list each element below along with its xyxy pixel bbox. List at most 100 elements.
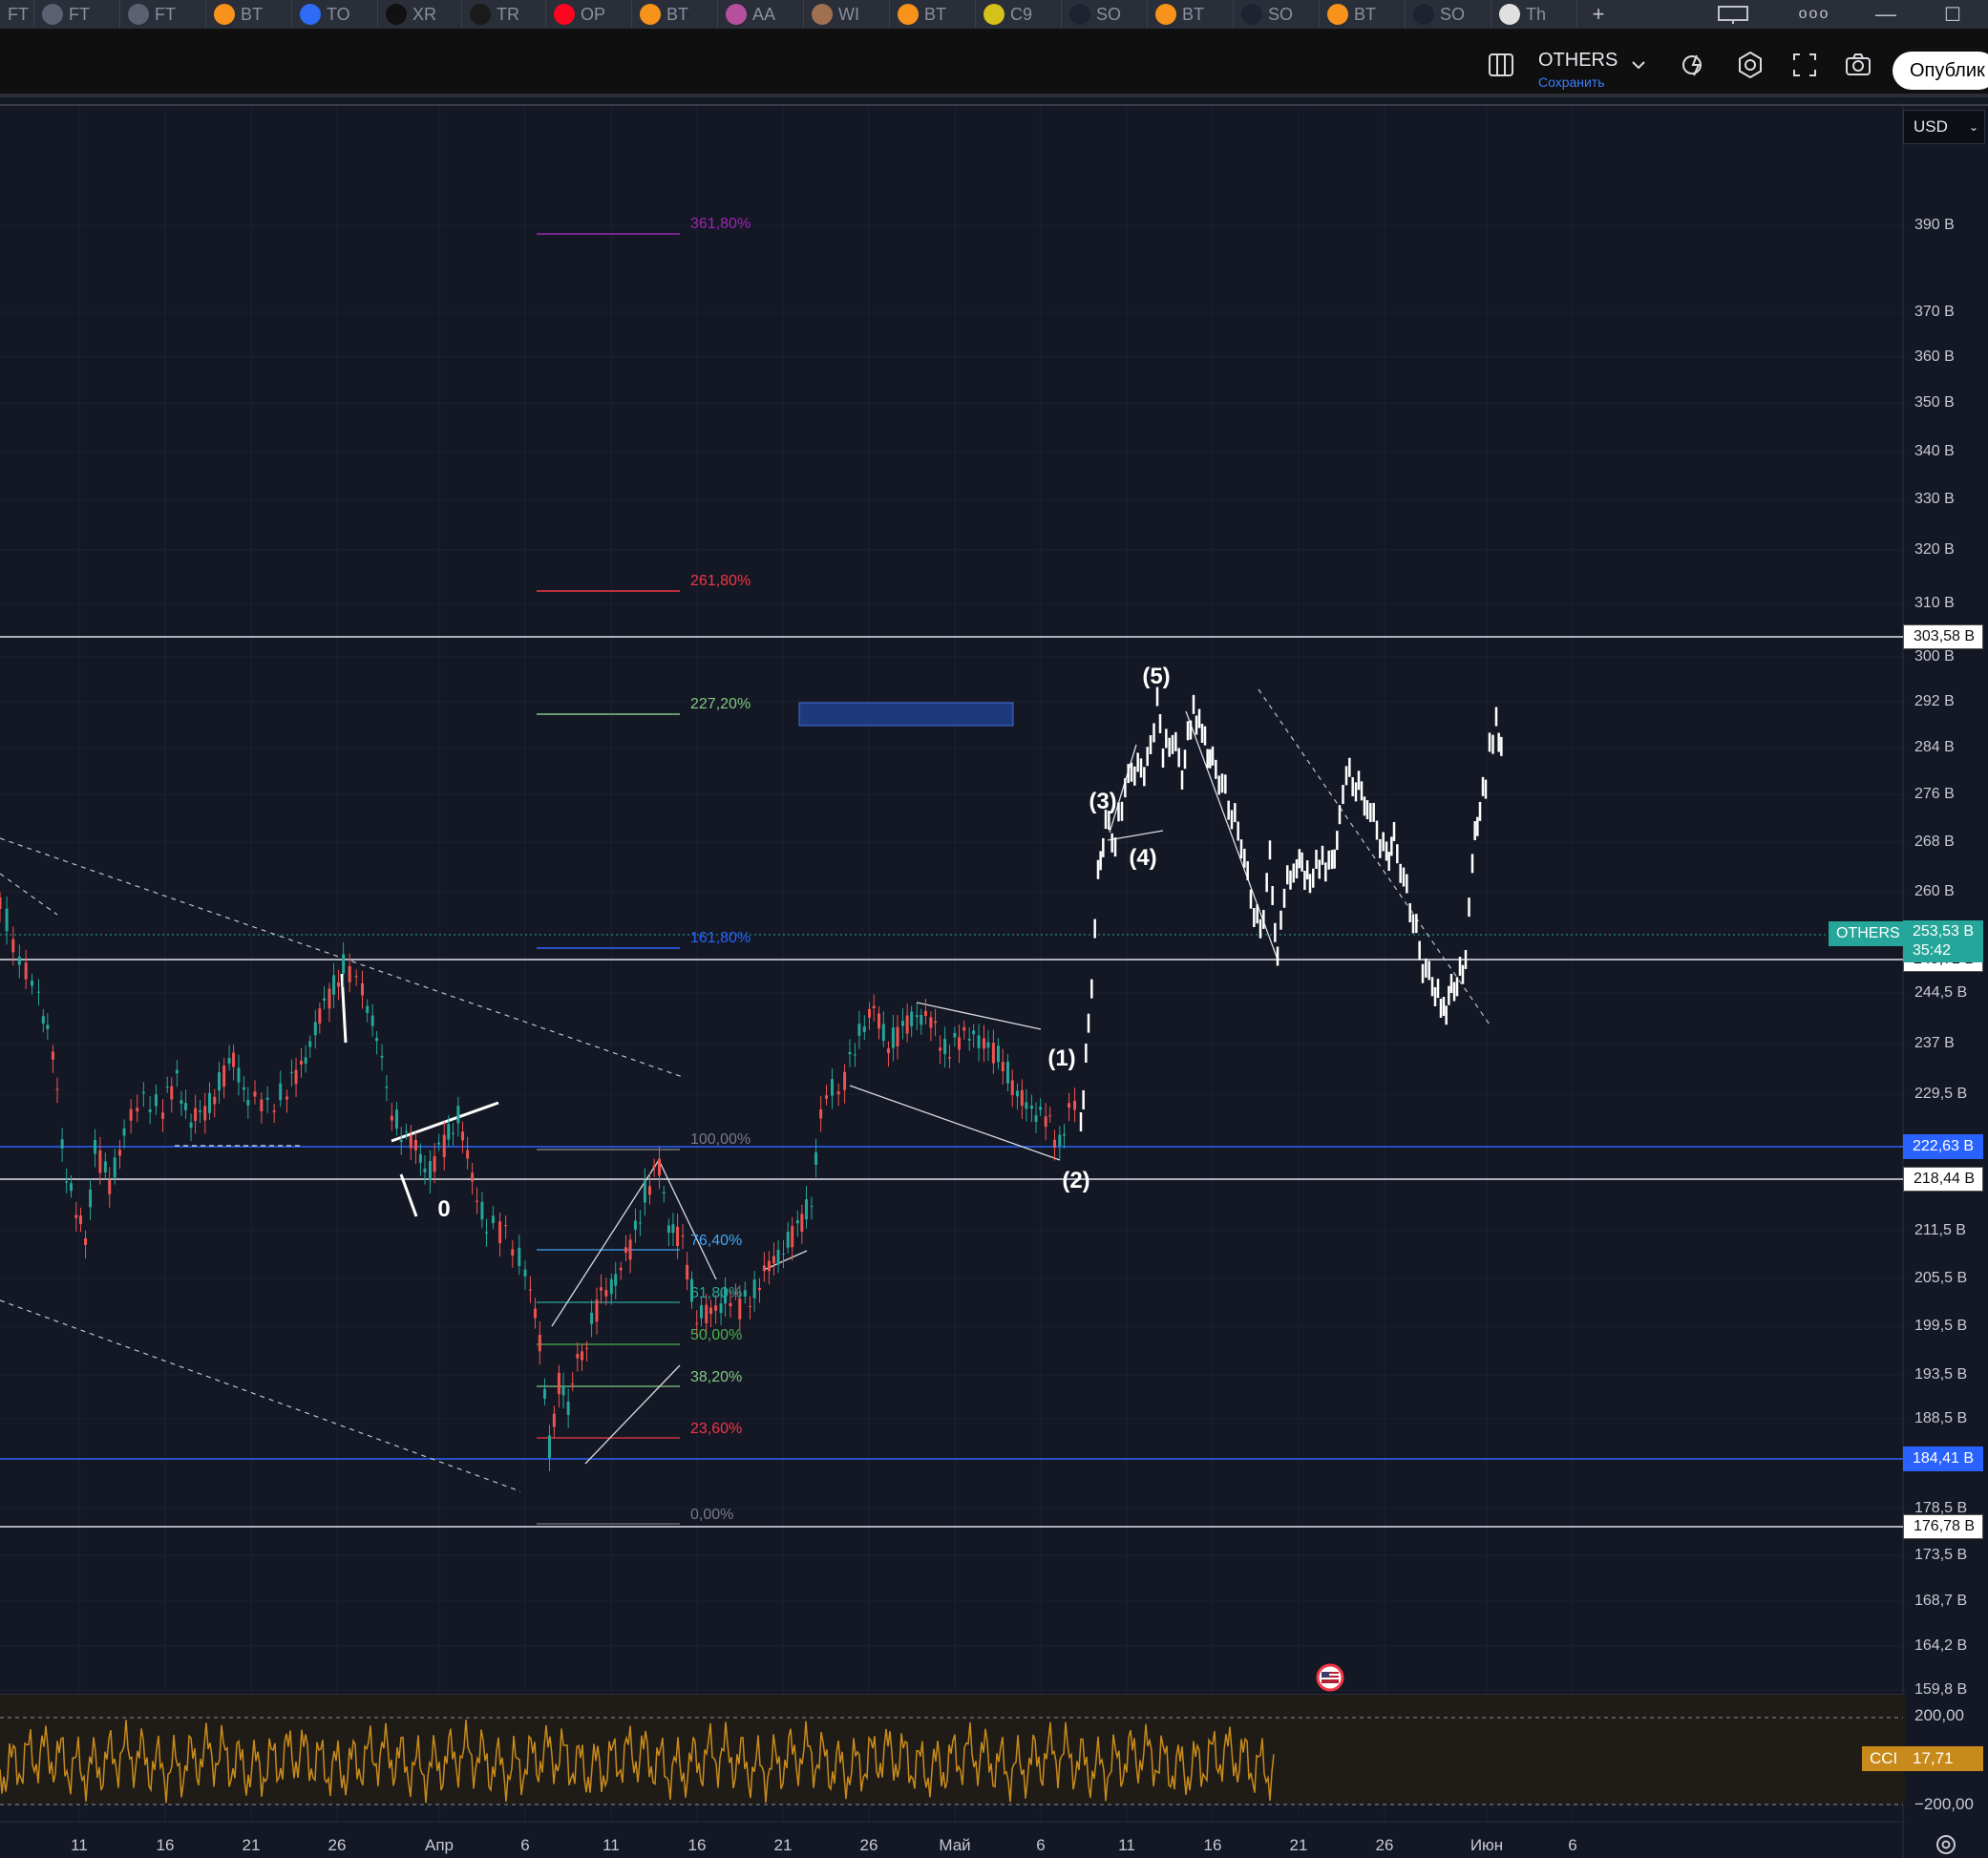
layout-icon[interactable]	[1714, 0, 1752, 29]
candle-body	[466, 1150, 470, 1159]
browser-tab[interactable]: BT	[1320, 0, 1406, 29]
browser-tab[interactable]: FT	[34, 0, 120, 29]
tab-label: SO	[1096, 4, 1122, 24]
candle-body	[929, 1017, 933, 1028]
bitcoin-icon	[1327, 4, 1348, 25]
cci-upper-tick: 200,00	[1914, 1706, 1964, 1724]
price-tick: 300 B	[1914, 648, 1955, 665]
date-tick: 11	[1118, 1836, 1135, 1854]
candle-body	[227, 1058, 231, 1065]
candle-body	[590, 1312, 594, 1324]
fib-level-label: 227,20%	[690, 696, 751, 712]
tab-label: SO	[1268, 4, 1294, 24]
browser-tab[interactable]: OP	[546, 0, 632, 29]
more-icon[interactable]: ooo	[1795, 0, 1833, 29]
candle-body	[337, 982, 341, 987]
candle-body	[279, 1083, 283, 1101]
price-tick: 193,5 B	[1914, 1366, 1968, 1383]
chevron-down-icon[interactable]	[1623, 50, 1654, 80]
candle-body	[199, 1110, 202, 1112]
candle-body	[308, 1041, 312, 1047]
fib-level-label: 261,80%	[690, 573, 751, 589]
browser-tab[interactable]: TR	[462, 0, 546, 29]
tab-label: AA	[752, 4, 776, 24]
candle-body	[972, 1030, 976, 1035]
candle-body	[74, 1214, 78, 1218]
quick-search-icon[interactable]	[1679, 50, 1709, 80]
symbol-name[interactable]: OTHERS	[1538, 50, 1618, 72]
date-tick: 6	[520, 1836, 530, 1854]
price-chart[interactable]	[0, 0, 1988, 1858]
candle-body	[491, 1215, 495, 1224]
solana-icon	[1241, 4, 1262, 25]
level-price-tag[interactable]: 303,58 B	[1903, 624, 1983, 649]
price-tick: 276 B	[1914, 786, 1955, 802]
candle-body	[982, 1038, 985, 1049]
browser-tab[interactable]: BT	[632, 0, 718, 29]
minimize-icon[interactable]: —	[1872, 0, 1900, 29]
bitcoin-icon	[1155, 4, 1176, 25]
browser-tab[interactable]: TO	[292, 0, 378, 29]
layout-columns-icon[interactable]	[1486, 50, 1516, 80]
candle-body	[681, 1235, 685, 1237]
candle-body	[103, 1161, 107, 1172]
candle-body	[404, 1130, 408, 1132]
date-tick: 21	[1289, 1836, 1308, 1854]
trend-line	[551, 1159, 660, 1327]
browser-tab[interactable]: SO	[1406, 0, 1491, 29]
tab-label: Th	[1526, 4, 1547, 24]
browser-tab[interactable]: BT	[206, 0, 292, 29]
candle-body	[700, 1305, 703, 1319]
browser-tab[interactable]: FT	[0, 0, 34, 29]
save-link[interactable]: Сохранить	[1538, 74, 1605, 90]
browser-tab[interactable]: SO	[1234, 0, 1320, 29]
elliott-wave-label: (1)	[1047, 1045, 1076, 1071]
browser-tab[interactable]: C9	[976, 0, 1062, 29]
price-tick: 390 B	[1914, 217, 1955, 233]
maximize-icon[interactable]: ☐	[1938, 0, 1967, 29]
candle-body	[566, 1402, 570, 1415]
candle-body	[943, 1039, 947, 1055]
elliott-wave-label: (5)	[1142, 664, 1171, 689]
browser-tab[interactable]: BT	[890, 0, 976, 29]
price-tick: 229,5 B	[1914, 1086, 1968, 1102]
level-price-tag[interactable]: 218,44 B	[1903, 1167, 1983, 1192]
tab-label: XR	[412, 4, 437, 24]
candle-body	[122, 1128, 126, 1136]
candle-body	[1048, 1115, 1052, 1117]
tron-icon	[470, 4, 491, 25]
level-price-tag[interactable]: 176,78 B	[1903, 1514, 1983, 1539]
browser-tab[interactable]: XR	[378, 0, 462, 29]
candle-body	[253, 1091, 257, 1097]
fib-level-label: 61,80%	[690, 1285, 743, 1301]
trend-channel-line	[0, 873, 58, 916]
cci-value-label: 17,71	[1903, 1746, 1983, 1771]
browser-tab[interactable]: Th	[1491, 0, 1577, 29]
fullscreen-icon[interactable]	[1789, 50, 1820, 80]
settings-gear-icon[interactable]	[1735, 50, 1766, 80]
settings-gear-icon[interactable]	[1933, 1831, 1959, 1858]
candle-body	[853, 1054, 857, 1056]
browser-tab[interactable]: FT	[120, 0, 206, 29]
us-flag-event-icon[interactable]	[1316, 1663, 1344, 1692]
browser-tab[interactable]: SO	[1062, 0, 1148, 29]
candle-body	[881, 1024, 885, 1042]
level-price-tag[interactable]: 222,63 B	[1903, 1134, 1983, 1159]
current-price: 253,53 B	[1913, 923, 1975, 940]
new-tab-button[interactable]: +	[1585, 0, 1612, 29]
publish-button[interactable]: Опублик	[1893, 52, 1988, 90]
candle-body	[743, 1290, 747, 1297]
currency-selector[interactable]: USD ⌄	[1903, 110, 1985, 144]
candle-body	[154, 1094, 158, 1107]
browser-tab[interactable]: WI	[804, 0, 890, 29]
price-tick: 188,5 B	[1914, 1410, 1968, 1426]
candle-body	[915, 1015, 919, 1018]
candle-body	[89, 1189, 93, 1208]
browser-tab[interactable]: BT	[1148, 0, 1234, 29]
tab-label: WI	[838, 4, 859, 24]
browser-tab[interactable]: AA	[718, 0, 804, 29]
tab-label: BT	[924, 4, 947, 24]
level-price-tag[interactable]: 184,41 B	[1903, 1446, 1983, 1471]
camera-icon[interactable]	[1843, 50, 1873, 80]
candle-body	[600, 1287, 603, 1291]
